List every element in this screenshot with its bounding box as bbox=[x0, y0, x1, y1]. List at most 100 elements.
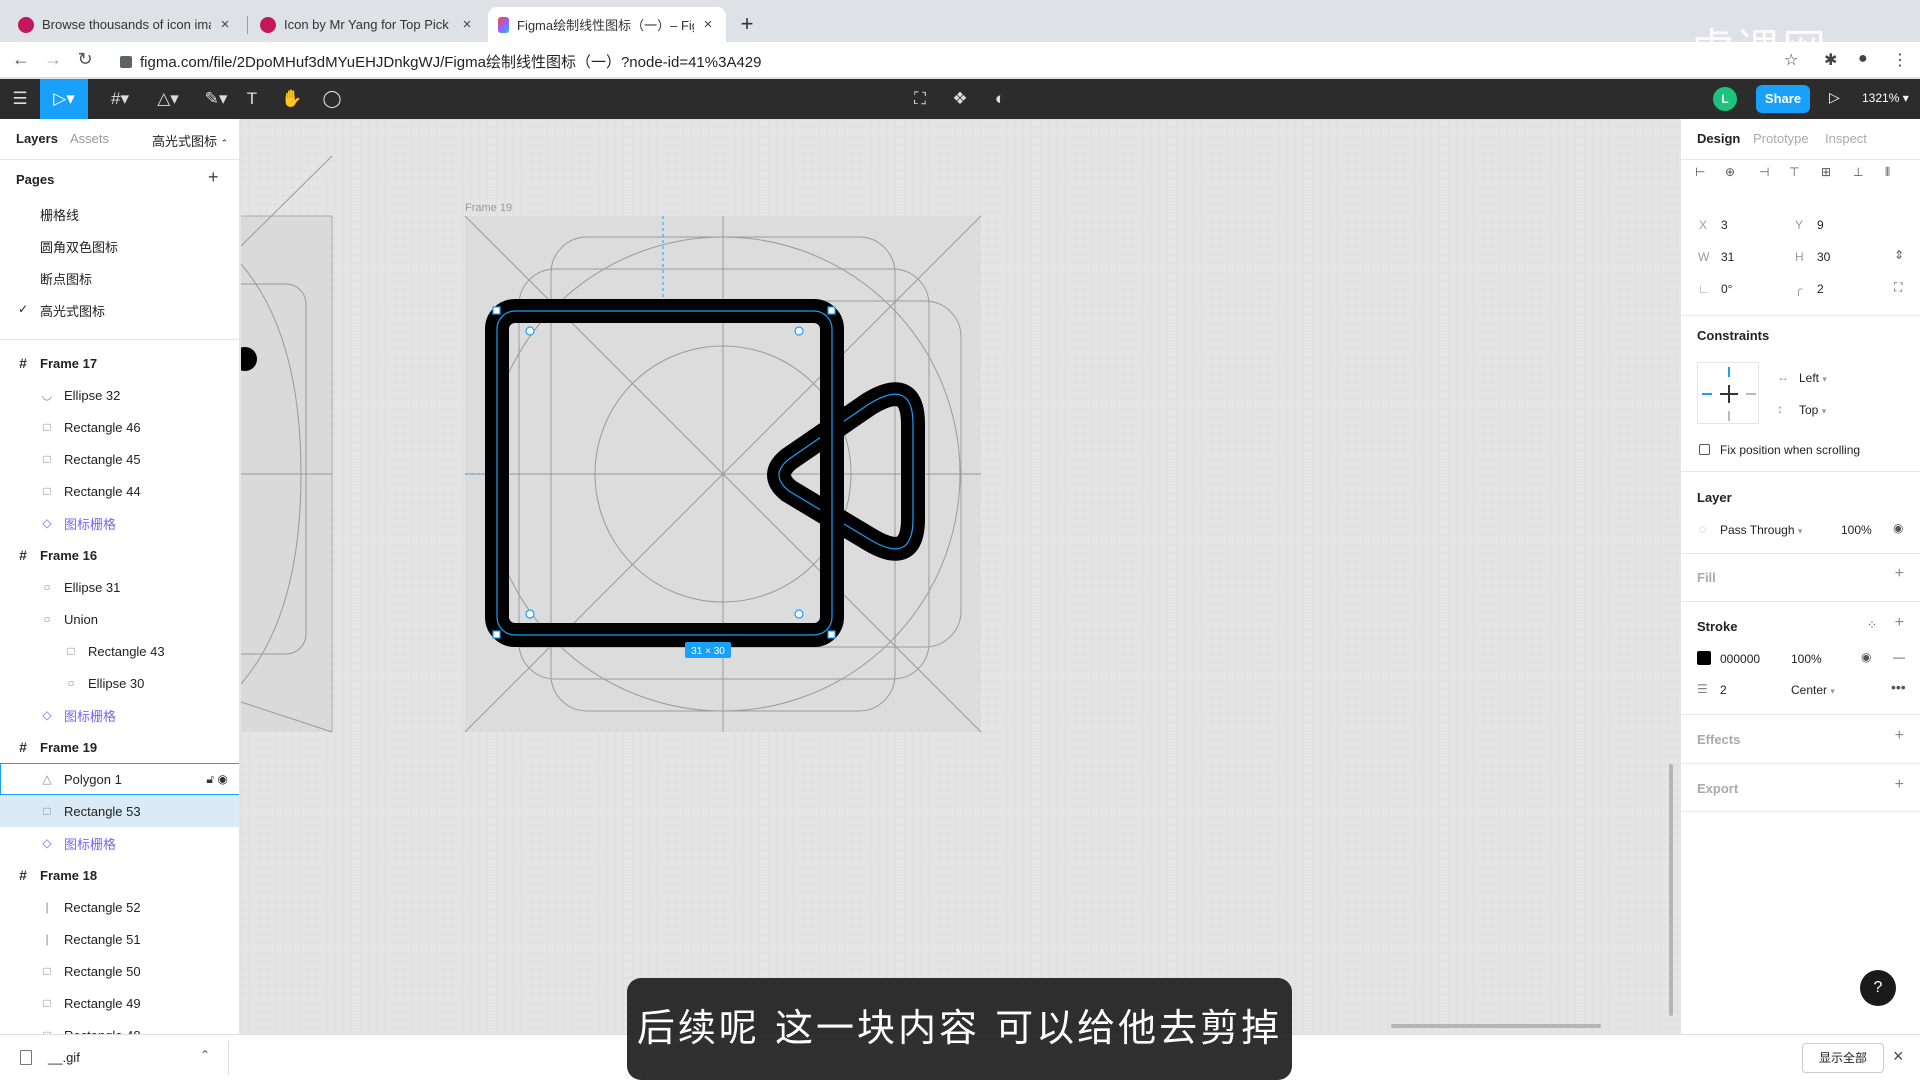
layer-row[interactable]: □ Rectangle 45 bbox=[0, 443, 239, 475]
comment-tool-icon[interactable]: ◯ bbox=[312, 79, 352, 119]
layer-row[interactable]: ○ Union bbox=[0, 603, 239, 635]
stroke-opacity-input[interactable]: 100% bbox=[1791, 652, 1822, 666]
present-icon[interactable]: ▷ bbox=[1829, 89, 1840, 106]
remove-stroke-icon[interactable]: — bbox=[1893, 650, 1905, 664]
text-tool-icon[interactable]: T bbox=[232, 79, 272, 119]
page-item[interactable]: 断点图标 bbox=[40, 269, 92, 288]
lock-visibility-icons[interactable]: 🔓︎ ◉ bbox=[206, 772, 228, 787]
download-file-name[interactable]: __.gif bbox=[48, 1050, 80, 1065]
forward-icon[interactable]: → bbox=[42, 49, 64, 70]
layer-row[interactable]: # Frame 19 bbox=[0, 731, 239, 763]
layer-row[interactable]: □ Rectangle 50 bbox=[0, 955, 239, 987]
horizontal-scrollbar[interactable] bbox=[1391, 1024, 1601, 1028]
layer-row[interactable]: ◇ 图标栅格 bbox=[0, 699, 239, 731]
hand-tool-icon[interactable]: ✋ bbox=[272, 79, 312, 119]
align-top-icon[interactable]: ⊤ bbox=[1789, 165, 1799, 179]
chevron-up-icon[interactable]: ⌃ bbox=[200, 1048, 210, 1062]
stroke-styles-icon[interactable]: ⁘ bbox=[1867, 618, 1877, 632]
layer-row[interactable]: □ Rectangle 53 bbox=[0, 795, 239, 827]
layer-row[interactable]: □ Rectangle 46 bbox=[0, 411, 239, 443]
add-page-icon[interactable]: + bbox=[208, 167, 219, 188]
align-right-icon[interactable]: ⊣ bbox=[1759, 165, 1769, 179]
main-menu-icon[interactable]: ☰ bbox=[0, 79, 40, 119]
stroke-align-select[interactable]: Center ▾ bbox=[1791, 683, 1835, 697]
vertical-scrollbar[interactable] bbox=[1669, 764, 1673, 1016]
layer-row[interactable]: # Frame 16 bbox=[0, 539, 239, 571]
align-center-v-icon[interactable]: ⊞ bbox=[1821, 165, 1831, 179]
shape-tool-icon[interactable]: △▾ bbox=[144, 79, 192, 119]
x-input[interactable]: 3 bbox=[1721, 218, 1728, 232]
stroke-color-swatch[interactable] bbox=[1697, 651, 1711, 665]
layer-row[interactable]: △ Polygon 1 🔓︎ ◉ bbox=[0, 763, 239, 795]
add-stroke-icon[interactable]: + bbox=[1895, 614, 1904, 632]
layer-row[interactable]: ◇ 图标栅格 bbox=[0, 507, 239, 539]
star-icon[interactable]: ☆ bbox=[1784, 50, 1798, 70]
page-item-current[interactable]: 高光式图标 bbox=[40, 301, 105, 320]
y-input[interactable]: 9 bbox=[1817, 218, 1824, 232]
component-icon[interactable]: ❖ bbox=[940, 79, 980, 119]
crop-icon[interactable]: ⛶ bbox=[900, 79, 940, 119]
layer-row[interactable]: ◡ Ellipse 32 bbox=[0, 379, 239, 411]
close-icon[interactable]: × bbox=[1893, 1046, 1904, 1067]
constrain-proportions-icon[interactable]: ⇕ bbox=[1894, 248, 1904, 262]
share-button[interactable]: Share bbox=[1756, 85, 1810, 113]
layer-row[interactable]: ◇ 图标栅格 bbox=[0, 827, 239, 859]
browser-tab-3[interactable]: Figma绘制线性图标（一）– Fig × bbox=[488, 7, 726, 42]
browser-tab-2[interactable]: Icon by Mr Yang for Top Pick S × bbox=[250, 7, 485, 42]
page-item[interactable]: 圆角双色图标 bbox=[40, 237, 118, 256]
layer-row[interactable]: □ Rectangle 49 bbox=[0, 987, 239, 1019]
stroke-color-input[interactable]: 000000 bbox=[1720, 652, 1760, 666]
close-icon[interactable]: × bbox=[459, 16, 475, 33]
page-selector[interactable]: 高光式图标 ⌃ bbox=[152, 131, 228, 150]
layer-row[interactable]: | Rectangle 51 bbox=[0, 923, 239, 955]
vertical-constraint-select[interactable]: Top ▾ bbox=[1799, 403, 1826, 417]
h-input[interactable]: 30 bbox=[1817, 250, 1830, 264]
independent-corners-icon[interactable]: ⛶ bbox=[1894, 280, 1902, 295]
fix-position-checkbox[interactable] bbox=[1699, 444, 1710, 455]
align-left-icon[interactable]: ⊢ bbox=[1695, 165, 1705, 179]
add-export-icon[interactable]: + bbox=[1895, 776, 1904, 794]
layer-row[interactable]: □ Rectangle 44 bbox=[0, 475, 239, 507]
w-input[interactable]: 31 bbox=[1721, 250, 1734, 264]
constraints-widget[interactable] bbox=[1697, 362, 1759, 424]
layer-opacity-input[interactable]: 100% bbox=[1841, 523, 1872, 537]
frame-19[interactable]: 31 × 30 bbox=[464, 215, 982, 733]
back-icon[interactable]: ← bbox=[10, 49, 32, 70]
contrast-icon[interactable]: ◐ bbox=[980, 79, 1020, 119]
blend-mode-select[interactable]: Pass Through ▾ bbox=[1720, 523, 1802, 537]
tab-layers[interactable]: Layers bbox=[16, 131, 58, 146]
rotation-input[interactable]: 0° bbox=[1721, 282, 1732, 296]
frame-label[interactable]: Frame 19 bbox=[465, 202, 512, 214]
menu-icon[interactable]: ⋮ bbox=[1892, 50, 1908, 70]
layer-row[interactable]: □ Rectangle 43 bbox=[0, 635, 239, 667]
url-field[interactable]: figma.com/file/2DpoMHuf3dMYuEHJDnkgWJ/Fi… bbox=[120, 51, 761, 72]
page-item[interactable]: 栅格线 bbox=[40, 205, 79, 224]
profile-icon[interactable]: ● bbox=[1858, 50, 1868, 68]
horizontal-constraint-select[interactable]: Left ▾ bbox=[1799, 371, 1827, 385]
layer-row[interactable]: | Rectangle 52 bbox=[0, 891, 239, 923]
add-effect-icon[interactable]: + bbox=[1895, 727, 1904, 745]
close-icon[interactable]: × bbox=[217, 16, 233, 33]
tab-design[interactable]: Design bbox=[1697, 131, 1740, 146]
tab-assets[interactable]: Assets bbox=[70, 131, 109, 146]
radius-input[interactable]: 2 bbox=[1817, 282, 1824, 296]
layer-row[interactable]: # Frame 17 bbox=[0, 347, 239, 379]
layer-row[interactable]: ○ Ellipse 30 bbox=[0, 667, 239, 699]
new-tab-button[interactable]: + bbox=[735, 11, 759, 37]
close-icon[interactable]: × bbox=[700, 16, 716, 33]
tab-prototype[interactable]: Prototype bbox=[1753, 131, 1809, 146]
show-all-button[interactable]: 显示全部 bbox=[1802, 1043, 1884, 1073]
add-fill-icon[interactable]: + bbox=[1895, 565, 1904, 583]
align-center-h-icon[interactable]: ⊕ bbox=[1725, 165, 1735, 179]
layer-row[interactable]: # Frame 18 bbox=[0, 859, 239, 891]
eye-icon[interactable]: ◉ bbox=[1861, 650, 1871, 664]
move-tool-icon[interactable]: ▷▾ bbox=[40, 79, 88, 119]
frame-tool-icon[interactable]: #▾ bbox=[96, 79, 144, 119]
tab-inspect[interactable]: Inspect bbox=[1825, 131, 1867, 146]
distribute-icon[interactable]: ⫴ bbox=[1885, 165, 1890, 180]
canvas[interactable]: Frame 19 31 × 30 bbox=[241, 119, 1679, 1034]
layer-row[interactable]: □Rectangle 48 bbox=[0, 1019, 239, 1035]
zoom-dropdown[interactable]: 1321% ▾ bbox=[1862, 91, 1909, 105]
layer-row[interactable]: ○ Ellipse 31 bbox=[0, 571, 239, 603]
reload-icon[interactable]: ↻ bbox=[74, 49, 96, 70]
